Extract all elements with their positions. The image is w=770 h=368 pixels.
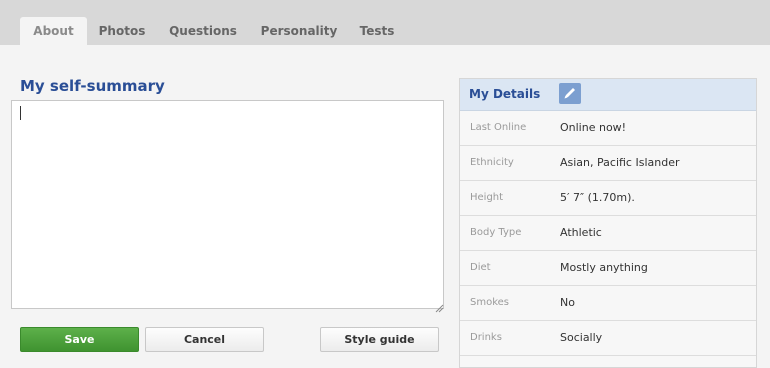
- detail-label: Drinks: [470, 332, 502, 343]
- cancel-button[interactable]: Cancel: [145, 327, 264, 352]
- detail-row: Ethnicity Asian, Pacific Islander: [460, 146, 756, 181]
- details-panel: My Details Last Online Online now! Ethni…: [459, 78, 757, 368]
- detail-label: Body Type: [470, 227, 522, 238]
- detail-row: Body Type Athletic: [460, 216, 756, 251]
- pencil-icon: [559, 88, 581, 108]
- details-header: My Details: [460, 79, 756, 111]
- detail-value: Mostly anything: [560, 261, 648, 274]
- edit-details-button[interactable]: [559, 83, 581, 104]
- detail-row: Smokes No: [460, 286, 756, 321]
- profile-tab-bar: About Photos Questions Personality Tests: [0, 0, 770, 45]
- tab-tests[interactable]: Tests: [352, 17, 402, 45]
- detail-value: Online now!: [560, 121, 627, 134]
- detail-value: Athletic: [560, 226, 602, 239]
- detail-label: Diet: [470, 262, 491, 273]
- detail-value: Asian, Pacific Islander: [560, 156, 680, 169]
- detail-label: Smokes: [470, 297, 510, 308]
- tab-photos[interactable]: Photos: [92, 17, 152, 45]
- detail-label: Last Online: [470, 122, 527, 133]
- text-caret: [20, 106, 21, 120]
- self-summary-textarea[interactable]: [11, 100, 444, 309]
- style-guide-button[interactable]: Style guide: [320, 327, 439, 352]
- detail-value: No: [560, 296, 575, 309]
- detail-row: Diet Mostly anything: [460, 251, 756, 286]
- save-button[interactable]: Save: [20, 327, 139, 352]
- tab-personality[interactable]: Personality: [254, 17, 344, 45]
- tab-questions[interactable]: Questions: [162, 17, 244, 45]
- tab-about[interactable]: About: [20, 17, 87, 45]
- detail-label: Ethnicity: [470, 157, 514, 168]
- details-title: My Details: [469, 87, 541, 101]
- resize-grip-icon[interactable]: [434, 298, 444, 313]
- detail-value: 5′ 7″ (1.70m).: [560, 191, 635, 204]
- self-summary-title: My self-summary: [20, 77, 165, 95]
- detail-row: Last Online Online now!: [460, 111, 756, 146]
- detail-row: Height 5′ 7″ (1.70m).: [460, 181, 756, 216]
- detail-label: Height: [470, 192, 504, 203]
- detail-value: Socially: [560, 331, 603, 344]
- detail-row: Drinks Socially: [460, 321, 756, 356]
